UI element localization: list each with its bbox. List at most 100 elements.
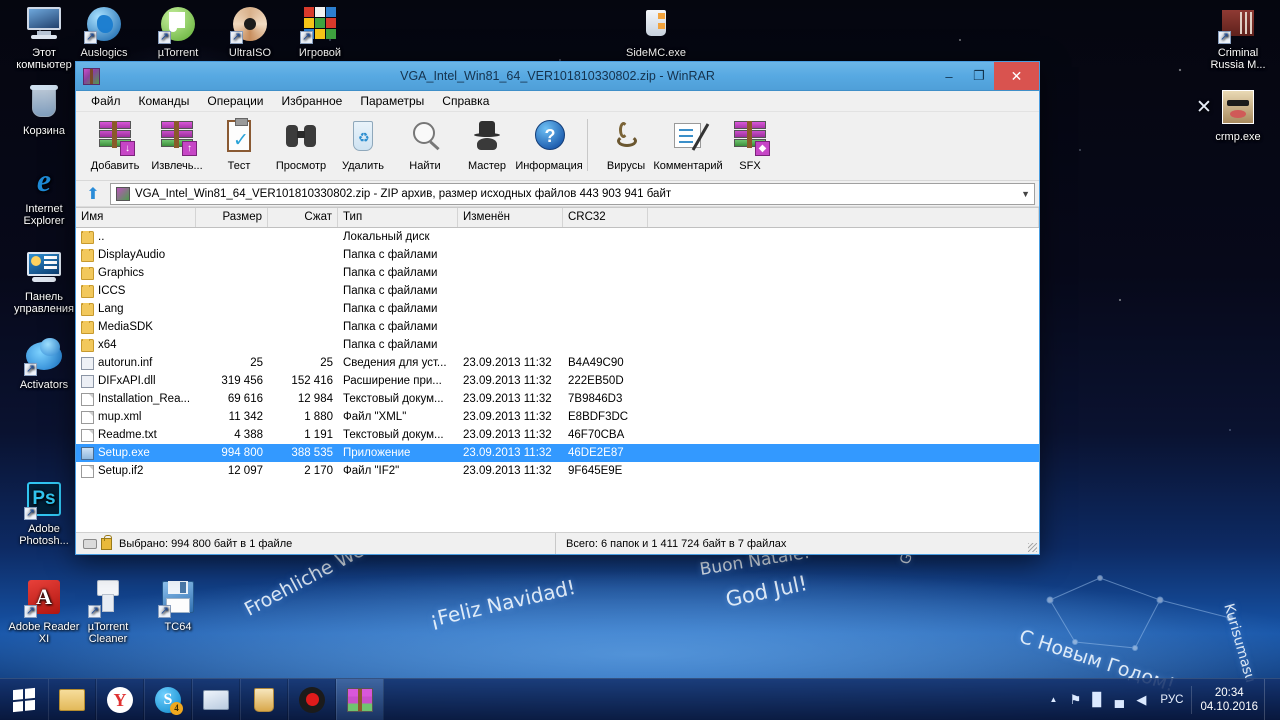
column-header-5[interactable]: CRC32 [563, 208, 648, 227]
toolbar[interactable]: ↓ Добавить ↑ Извлечь... ✓ Тест Просмотр ♻ Удалит… [76, 112, 1039, 181]
taskbar-items[interactable]: Y S4 [48, 678, 384, 720]
file-crc: 7B9846D3 [568, 393, 623, 405]
menu-item-0[interactable]: Файл [82, 92, 130, 110]
show-desktop-button[interactable] [1264, 678, 1272, 720]
resize-grip[interactable] [1025, 533, 1039, 554]
menu-item-3[interactable]: Избранное [273, 92, 352, 110]
menu-bar[interactable]: Файл Команды Операции Избранное Параметры Спр… [76, 91, 1039, 112]
file-row[interactable]: Setup.if2 12 097 2 170 Файл "IF2" 23.09.2013… [76, 462, 1039, 480]
menu-item-2[interactable]: Операции [198, 92, 272, 110]
toolbar-button-view[interactable]: Просмотр [270, 117, 332, 172]
toolbar-button-find[interactable]: Найти [394, 117, 456, 172]
battery-icon[interactable]: ▉ [1086, 686, 1108, 714]
file-rows[interactable]: .. Локальный диск DisplayAudio Папка с файл… [76, 228, 1039, 532]
toolbar-button-virus[interactable]: Вирусы [595, 117, 657, 172]
desktop-icon-utorrent-cleaner[interactable]: ↗ µTorrent Cleaner [70, 578, 146, 645]
desktop-icon-utorrent[interactable]: ↗ µTorrent [140, 4, 216, 59]
up-one-level-icon[interactable]: ⬆ [80, 182, 106, 206]
toolbar-button-comment[interactable]: Комментарий [653, 117, 723, 172]
desktop-icon-sidemc-exe[interactable]: SideMC.exe [618, 4, 694, 59]
desktop[interactable]: Froehliche Weihnachten! ¡Feliz Navidad! Bu… [0, 0, 1280, 720]
file-row[interactable]: ICCS Папка с файлами [76, 282, 1039, 300]
taskbar-item-system-monitor[interactable] [192, 678, 240, 720]
desktop-icon-igrovoy[interactable]: ↗ Игровой [282, 4, 358, 59]
desktop-icon-criminal-russia[interactable]: ↗ Criminal Russia M... [1200, 4, 1276, 71]
file-row[interactable]: .. Локальный диск [76, 228, 1039, 246]
toolbar-button-info[interactable]: ? Информация [515, 117, 583, 172]
desktop-icon-internet-explorer[interactable]: e Internet Explorer [6, 160, 82, 227]
toolbar-button-delete[interactable]: ♻ Удалить [332, 117, 394, 172]
column-header-0[interactable]: Имя [76, 208, 196, 227]
file-name: ICCS [98, 285, 126, 297]
toolbar-button-test[interactable]: ✓ Тест [208, 117, 270, 172]
start-button[interactable] [0, 679, 48, 720]
window-controls[interactable]: – ❐ ✕ [934, 62, 1039, 90]
toolbar-button-wizard[interactable]: Мастер [456, 117, 518, 172]
file-list-area[interactable]: Имя Размер Сжат Тип Изменён CRC32 .. Локальный… [76, 207, 1039, 532]
winrar-app-icon [83, 67, 100, 85]
building-icon: ↗ [1218, 4, 1258, 44]
column-header-3[interactable]: Тип [338, 208, 458, 227]
address-combobox[interactable]: VGA_Intel_Win81_64_VER101810330802.zip -… [110, 182, 1035, 205]
file-row[interactable]: Graphics Папка с файлами [76, 264, 1039, 282]
column-headers[interactable]: Имя Размер Сжат Тип Изменён CRC32 [76, 208, 1039, 228]
chevron-up-icon[interactable]: ▲ [1042, 686, 1064, 714]
column-header-2[interactable]: Сжат [268, 208, 338, 227]
desktop-icon-auslogics[interactable]: ↗ Auslogics [66, 4, 142, 59]
chevron-down-icon[interactable]: ▼ [1021, 189, 1030, 199]
taskbar-item-skype[interactable]: S4 [144, 678, 192, 720]
winrar-window[interactable]: VGA_Intel_Win81_64_VER101810330802.zip -… [75, 61, 1040, 555]
desktop-icon-tc64[interactable]: ↗ TC64 [140, 578, 216, 633]
column-header-1[interactable]: Размер [196, 208, 268, 227]
file-row[interactable]: MediaSDK Папка с файлами [76, 318, 1039, 336]
taskbar[interactable]: Y S4 ▲ ⚑ ▉ ▄ ◀ РУС 20:34 04.10.2016 [0, 678, 1280, 720]
desktop-icon-ultraiso[interactable]: ↗ UltraISO [212, 4, 288, 59]
taskbar-item-sandboxie[interactable] [240, 678, 288, 720]
flag-icon[interactable]: ⚑ [1064, 686, 1086, 714]
taskbar-item-yandex-browser[interactable]: Y [96, 678, 144, 720]
toolbar-button-label: Найти [409, 160, 441, 172]
desktop-icon-activators[interactable]: ↗ Activators [6, 336, 82, 391]
desktop-icon-recycle-bin[interactable]: Корзина [6, 82, 82, 137]
file-row[interactable]: DisplayAudio Папка с файлами [76, 246, 1039, 264]
path-bar[interactable]: ⬆ VGA_Intel_Win81_64_VER101810330802.zip… [76, 181, 1039, 207]
language-indicator[interactable]: РУС [1152, 694, 1191, 706]
file-row[interactable]: Setup.exe 994 800 388 535 Приложение 23.09.2… [76, 444, 1039, 462]
minimize-button[interactable]: – [934, 62, 964, 90]
menu-item-5[interactable]: Справка [433, 92, 498, 110]
shortcut-arrow-icon: ↗ [158, 31, 171, 44]
desktop-icon-adobe-photoshop[interactable]: Ps ↗ Adobe Photosh... [6, 480, 82, 547]
cube-icon: ↗ [300, 4, 340, 44]
file-row[interactable]: autorun.inf 25 25 Сведения для уст... 23.09.… [76, 354, 1039, 372]
taskbar-item-winrar[interactable] [336, 678, 384, 720]
clock[interactable]: 20:34 04.10.2016 [1191, 685, 1258, 714]
column-header-4[interactable]: Изменён [458, 208, 563, 227]
file-row[interactable]: Lang Папка с файлами [76, 300, 1039, 318]
yandex-y-icon: Y [107, 686, 133, 713]
winrar-title-bar[interactable]: VGA_Intel_Win81_64_VER101810330802.zip -… [76, 62, 1039, 91]
file-row[interactable]: Readme.txt 4 388 1 191 Текстовый докум... 23… [76, 426, 1039, 444]
file-type: Текстовый докум... [343, 393, 444, 405]
network-icon[interactable]: ▄ [1108, 686, 1130, 714]
file-row[interactable]: Installation_Rea... 69 616 12 984 Текстовый… [76, 390, 1039, 408]
taskbar-item-file-explorer[interactable] [48, 678, 96, 720]
menu-item-1[interactable]: Команды [130, 92, 199, 110]
toolbar-button-add[interactable]: ↓ Добавить [84, 117, 146, 172]
file-modified: 23.09.2013 11:32 [463, 465, 552, 477]
menu-item-4[interactable]: Параметры [351, 92, 433, 110]
file-row[interactable]: DIFxAPI.dll 319 456 152 416 Расширение при.… [76, 372, 1039, 390]
toolbar-button-sfx[interactable]: ◆ SFX [719, 117, 781, 172]
maximize-button[interactable]: ❐ [964, 62, 994, 90]
toolbar-button-extract[interactable]: ↑ Извлечь... [146, 117, 208, 172]
shortcut-arrow-icon: ↗ [230, 31, 243, 44]
speaker-icon[interactable]: ◀ [1130, 686, 1152, 714]
folder-icon [81, 248, 94, 262]
close-button[interactable]: ✕ [994, 62, 1039, 90]
desktop-icon-control-panel[interactable]: Панель управления [6, 248, 82, 315]
tray-icons[interactable]: ▲ ⚑ ▉ ▄ ◀ [1042, 686, 1152, 714]
desktop-icon-label: µTorrent [157, 47, 199, 59]
system-tray[interactable]: ▲ ⚑ ▉ ▄ ◀ РУС 20:34 04.10.2016 [1042, 678, 1280, 720]
taskbar-item-bandicam[interactable] [288, 678, 336, 720]
file-row[interactable]: mup.xml 11 342 1 880 Файл "XML" 23.09.2013 1… [76, 408, 1039, 426]
file-row[interactable]: x64 Папка с файлами [76, 336, 1039, 354]
